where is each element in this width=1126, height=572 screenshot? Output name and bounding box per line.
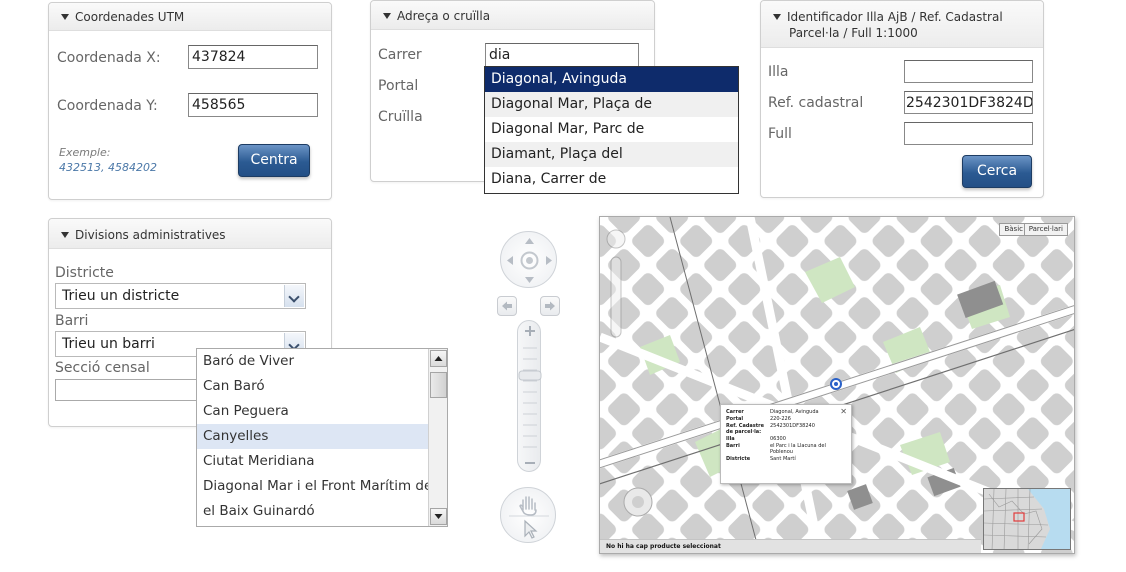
- full-input[interactable]: [904, 122, 1033, 145]
- address-panel-title: Adreça o cruïlla: [397, 9, 491, 23]
- district-label: Districte: [55, 265, 114, 281]
- hand-icon: [509, 496, 549, 539]
- portal-label: Portal: [378, 78, 419, 94]
- example-coords: 432513, 4584202: [59, 161, 157, 174]
- example-label: Exemple:: [59, 146, 111, 159]
- popup-key: Illa: [726, 436, 735, 442]
- scroll-thumb[interactable]: [430, 372, 447, 398]
- arrow-right-icon: [545, 301, 555, 311]
- street-label: Carrer: [378, 47, 422, 63]
- collapse-triangle-icon: [61, 232, 69, 238]
- autocomplete-item[interactable]: Diamant, Plaça del: [485, 142, 738, 167]
- pan-icon: [507, 238, 552, 283]
- popup-row: Carrer Diagonal, Avinguda: [726, 409, 846, 416]
- map-view[interactable]: Bàsic Parcel·lari ✕ Carrer Diagonal, Avin…: [599, 216, 1075, 554]
- popup-row: Barri el Parc i la Llacuna del Poblenou: [726, 443, 846, 456]
- district-select-value: Trieu un districte: [62, 288, 180, 304]
- utm-panel-header[interactable]: Coordenades UTM: [49, 3, 331, 31]
- coord-x-input[interactable]: 437824: [188, 45, 318, 69]
- layer-parcel-button[interactable]: Parcel·lari: [1023, 223, 1068, 236]
- ref-cadastral-input[interactable]: 2542301DF3824D: [904, 91, 1033, 114]
- popup-value: 2542301DF38240: [770, 423, 815, 429]
- popup-table: Carrer Diagonal, Avinguda Portal 220-226 R…: [726, 409, 846, 463]
- barri-dropdown-list: Baró de Viver Can Baró Can Peguera Canye…: [196, 348, 448, 527]
- barri-option[interactable]: Can Peguera: [197, 399, 429, 424]
- minimap-image: [984, 489, 1050, 549]
- coord-y-input[interactable]: 458565: [188, 93, 318, 117]
- barri-option[interactable]: Baró de Viver: [197, 349, 429, 374]
- scroll-up-icon[interactable]: [430, 350, 447, 367]
- zoom-slider[interactable]: [517, 320, 542, 472]
- address-panel-header[interactable]: Adreça o cruïlla: [371, 1, 654, 30]
- barri-option[interactable]: Canyelles: [197, 424, 429, 449]
- autocomplete-item[interactable]: Diagonal Mar, Parc de: [485, 117, 738, 142]
- popup-row: Illa 06300: [726, 436, 846, 443]
- pan-right-button[interactable]: [540, 296, 560, 316]
- barri-select-value: Trieu un barri: [62, 336, 155, 352]
- popup-key: Districte: [726, 456, 751, 462]
- popup-key: Ref. Cadastre de parcel·la:: [726, 423, 765, 435]
- pan-left-button[interactable]: [497, 296, 517, 316]
- seccio-label: Secció censal: [55, 360, 150, 376]
- popup-value: el Parc i la Llacuna del Poblenou: [770, 443, 826, 455]
- collapse-triangle-icon: [773, 14, 781, 20]
- cadastre-panel: Identificador Illa AjB / Ref. Cadastral …: [760, 0, 1044, 198]
- street-autocomplete-list: Diagonal, Avinguda Diagonal Mar, Plaça d…: [484, 66, 739, 194]
- coord-y-label: Coordenada Y:: [57, 98, 158, 114]
- popup-value: 220-226: [770, 416, 791, 422]
- popup-row: Districte Sant Martí: [726, 456, 846, 463]
- popup-value: 06300: [770, 436, 786, 442]
- cadastre-title-line2: Parcel·la / Full 1:1000: [789, 26, 918, 40]
- barri-option[interactable]: Ciutat Meridiana: [197, 449, 429, 474]
- chevron-down-icon[interactable]: [284, 285, 304, 307]
- divisions-panel-header[interactable]: Divisions administratives: [49, 219, 331, 249]
- barri-label: Barri: [55, 313, 89, 329]
- barri-option[interactable]: Can Baró: [197, 374, 429, 399]
- utm-panel-title: Coordenades UTM: [75, 10, 185, 24]
- info-popup: ✕ Carrer Diagonal, Avinguda Portal 220-226…: [720, 404, 852, 484]
- dropdown-scrollbar[interactable]: [428, 349, 447, 526]
- utm-example: Exemple: 432513, 4584202: [59, 145, 157, 175]
- crossing-label: Cruïlla: [378, 109, 423, 125]
- scroll-down-icon[interactable]: [430, 508, 447, 525]
- popup-value: Diagonal, Avinguda: [770, 409, 819, 415]
- autocomplete-item[interactable]: Diagonal, Avinguda: [485, 67, 738, 92]
- pan-control[interactable]: [500, 231, 557, 288]
- seccio-input[interactable]: [55, 379, 205, 401]
- illa-input[interactable]: [904, 60, 1033, 83]
- centra-button[interactable]: Centra: [238, 144, 310, 177]
- popup-key: Barri: [726, 443, 740, 449]
- barri-option[interactable]: Diagonal Mar i el Front Marítim del Pobl…: [197, 474, 429, 499]
- close-icon[interactable]: ✕: [840, 407, 847, 416]
- overview-minimap[interactable]: [983, 488, 1071, 550]
- autocomplete-item[interactable]: Diagonal Mar, Plaça de: [485, 92, 738, 117]
- district-select[interactable]: Trieu un districte: [55, 283, 306, 309]
- barri-option[interactable]: el Baix Guinardó: [197, 499, 429, 524]
- popup-key: Carrer: [726, 409, 744, 415]
- popup-value: Sant Martí: [770, 456, 796, 462]
- cadastre-panel-header[interactable]: Identificador Illa AjB / Ref. Cadastral …: [761, 1, 1043, 48]
- utm-panel: Coordenades UTM Coordenada X: 437824 Coo…: [48, 2, 332, 200]
- hand-tool-button[interactable]: [500, 487, 556, 543]
- popup-row: Ref. Cadastre de parcel·la: 2542301DF3824…: [726, 423, 846, 436]
- full-label: Full: [768, 126, 792, 142]
- collapse-triangle-icon: [61, 14, 69, 20]
- cadastre-title-line1: Identificador Illa AjB / Ref. Cadastral: [787, 10, 1003, 24]
- zoom-scale-icon: [518, 326, 542, 464]
- popup-key: Portal: [726, 416, 744, 422]
- cerca-button[interactable]: Cerca: [962, 155, 1032, 188]
- popup-row: Portal 220-226: [726, 416, 846, 423]
- arrow-left-icon: [502, 301, 512, 311]
- collapse-triangle-icon: [383, 13, 391, 19]
- divisions-panel-title: Divisions administratives: [75, 228, 226, 242]
- street-input[interactable]: dia: [485, 43, 639, 67]
- coord-x-label: Coordenada X:: [57, 50, 161, 66]
- autocomplete-item[interactable]: Diana, Carrer de: [485, 167, 738, 192]
- status-bar: No hi ha cap producte seleccionat: [600, 539, 981, 553]
- illa-label: Illa: [768, 64, 789, 80]
- ref-cadastral-label: Ref. cadastral: [768, 95, 864, 111]
